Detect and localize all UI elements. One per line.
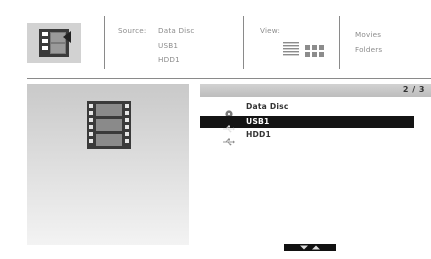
scroll-indicator[interactable] [284,244,336,251]
content-option-folders[interactable]: Folders [355,45,382,54]
list-item-label: USB1 [246,117,270,126]
header-divider [339,16,340,69]
source-option-data-disc[interactable]: Data Disc [158,26,194,35]
header-separator [27,78,431,79]
list-header-bar: 2 / 3 [200,84,431,97]
usb-icon [223,131,235,146]
preview-panel [27,84,189,245]
view-label: View: [260,26,281,35]
list-view-icon[interactable] [283,41,299,56]
movies-app-icon [27,23,81,63]
header-divider [243,16,244,69]
film-strip-icon [87,101,131,149]
list-item-label: HDD1 [246,130,272,139]
list-item-data-disc[interactable]: Data Disc [200,101,414,118]
scroll-arrows-icon [300,245,320,250]
content-option-movies[interactable]: Movies [355,30,381,39]
list-item-usb1[interactable]: USB1 [200,116,414,133]
source-option-usb1[interactable]: USB1 [158,41,178,50]
list-item-label: Data Disc [246,102,289,111]
source-option-hdd1[interactable]: HDD1 [158,55,180,64]
source-label: Source: [118,26,147,35]
header-divider [104,16,105,69]
usb-icon [223,118,235,133]
grid-view-icon[interactable] [305,42,325,57]
list-item-hdd1[interactable]: HDD1 [200,129,414,146]
disc-icon [223,103,235,118]
page-indicator: 2 / 3 [402,85,425,94]
